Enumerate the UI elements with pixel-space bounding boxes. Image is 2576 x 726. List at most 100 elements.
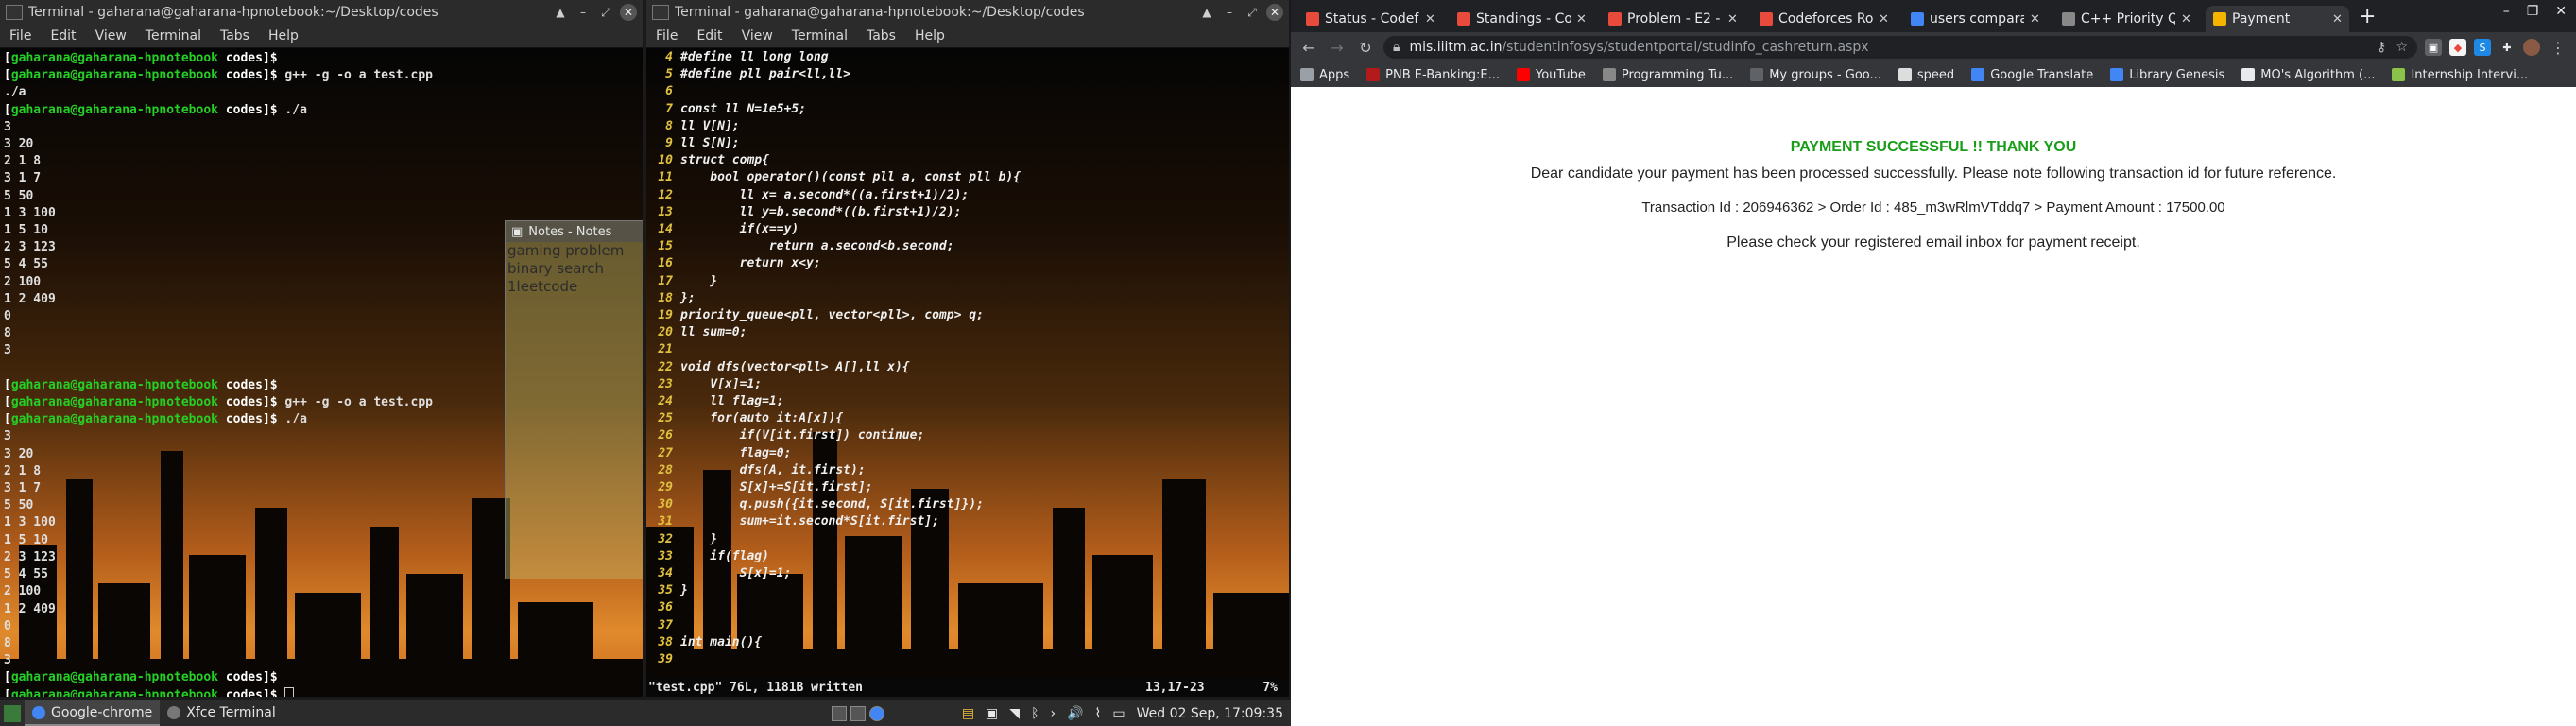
new-tab-button[interactable]: + (2359, 5, 2376, 28)
avatar[interactable] (2523, 39, 2540, 56)
terminal-output-area[interactable]: [gaharana@gaharana-hpnotebook codes]$ [g… (0, 48, 643, 697)
browser-tab[interactable]: Status - Codeforces ✕ (1298, 6, 1442, 32)
terminal-window-left[interactable]: Terminal - gaharana@gaharana-hpnotebook:… (0, 0, 643, 697)
bookmark-item[interactable]: Library Genesis (2110, 68, 2224, 82)
line-text: 2 3 123 (4, 240, 56, 255)
extension-icon[interactable]: ▣ (2425, 39, 2442, 56)
tab-close-icon[interactable]: ✕ (2181, 12, 2198, 26)
note-item[interactable]: 1leetcode (506, 278, 643, 296)
workspace-2[interactable] (850, 705, 866, 721)
prompt-dir: codes (225, 68, 263, 83)
browser-tab[interactable]: Codeforces Round ✕ (1752, 6, 1896, 32)
browser-tab[interactable]: Standings - Codeforces ✕ (1450, 6, 1593, 32)
notes-window[interactable]: ▣ Notes - Notes gaming problem binary sea… (505, 220, 643, 579)
notes-tray-icon[interactable]: ▤ (962, 706, 974, 721)
wifi-icon[interactable]: ◥ (1009, 706, 1020, 721)
tab-label: Payment (2232, 11, 2291, 26)
extensions-puzzle-icon[interactable]: ✚ (2499, 39, 2516, 56)
app-menu-icon[interactable] (4, 704, 21, 722)
browser-tab[interactable]: C++ Priority Queue ✕ (2054, 6, 2198, 32)
bookmark-item[interactable]: Programming Tu... (1602, 68, 1733, 82)
close-button[interactable]: ✕ (620, 4, 637, 21)
maximize-button[interactable]: ⤢ (1244, 4, 1261, 21)
bookmark-item[interactable]: Google Translate (1971, 68, 2093, 82)
tab-close-icon[interactable]: ✕ (2332, 12, 2349, 26)
close-button[interactable]: ✕ (1266, 4, 1283, 21)
bookmark-item[interactable]: PNB E-Banking:E... (1366, 68, 1500, 82)
clipboard-icon[interactable]: ▣ (986, 706, 998, 721)
line-text: 0 (4, 309, 11, 324)
terminal-line: 1 3 100 (4, 515, 56, 529)
title-bar[interactable]: Terminal - gaharana@gaharana-hpnotebook:… (646, 0, 1289, 25)
lock-icon[interactable]: 🔒︎ (1393, 40, 1400, 55)
bookmark-item[interactable]: YouTube (1516, 68, 1586, 82)
terminal-line: [gaharana@gaharana-hpnotebook codes]$ ./… (4, 412, 307, 426)
minimize-button[interactable]: – (2503, 4, 2510, 19)
menu-item-help[interactable]: Help (915, 28, 945, 43)
extension-icon[interactable]: ◆ (2449, 39, 2466, 56)
note-item[interactable]: binary search (506, 260, 643, 278)
title-bar[interactable]: Terminal - gaharana@gaharana-hpnotebook:… (0, 0, 643, 25)
extension-icon[interactable]: S (2474, 39, 2491, 56)
workspace-switcher[interactable] (832, 705, 884, 721)
menu-item-terminal[interactable]: Terminal (792, 28, 848, 43)
taskbar-task[interactable]: Google-chrome (25, 700, 161, 726)
tab-close-icon[interactable]: ✕ (1727, 12, 1744, 26)
maximize-button[interactable]: ❐ (2527, 4, 2539, 19)
menu-item-tabs[interactable]: Tabs (220, 28, 249, 43)
menu-item-terminal[interactable]: Terminal (146, 28, 201, 43)
bookmark-item[interactable]: Internship Intervi... (2392, 68, 2528, 82)
clock[interactable]: Wed 02 Sep, 17:09:35 (1137, 706, 1283, 721)
bookmark-item[interactable]: Apps (1300, 68, 1349, 82)
menu-item-edit[interactable]: Edit (50, 28, 76, 43)
maximize-button[interactable]: ⤢ (597, 4, 614, 21)
bookmark-item[interactable]: speed (1898, 68, 1954, 82)
browser-tab[interactable]: users comparator ✕ (1903, 6, 2047, 32)
status-percent: 7% (1262, 680, 1278, 695)
menu-item-help[interactable]: Help (268, 28, 299, 43)
pin-icon[interactable]: ▲ (552, 4, 569, 21)
bookmark-label: Google Translate (1990, 67, 2094, 82)
terminal-window-right[interactable]: Terminal - gaharana@gaharana-hpnotebook:… (646, 0, 1289, 697)
browser-tab[interactable]: Problem - E2 - Codeforces ✕ (1601, 6, 1744, 32)
key-icon[interactable]: ⚷ (2377, 40, 2386, 55)
pin-icon[interactable]: ▲ (1198, 4, 1215, 21)
taskbar-task[interactable]: Xfce Terminal (160, 700, 283, 724)
reload-icon[interactable]: ↻ (1355, 39, 1376, 57)
workspace-1[interactable] (832, 705, 847, 721)
bluetooth-icon[interactable]: ᛒ (1031, 706, 1039, 721)
menu-item-view[interactable]: View (742, 28, 773, 43)
bookmark-item[interactable]: MO's Algorithm (... (2241, 68, 2375, 82)
attachment-icon[interactable]: ⌇ (1095, 706, 1102, 721)
menu-item-file[interactable]: File (656, 28, 678, 43)
tab-close-icon[interactable]: ✕ (1425, 12, 1442, 26)
browser-tab[interactable]: Payment ✕ (2206, 6, 2349, 32)
code-view[interactable]: 4 #define ll long long 5 #define pll pair<l… (646, 48, 1289, 697)
battery-icon[interactable]: ▭ (1112, 706, 1125, 721)
tab-close-icon[interactable]: ✕ (1879, 12, 1896, 26)
volume-icon[interactable]: 🔊 (1067, 706, 1083, 721)
url-text[interactable]: mis.iiitm.ac.in/studentinfosys/studentpo… (1409, 40, 2367, 55)
star-icon[interactable]: ☆ (2396, 40, 2408, 55)
forward-icon[interactable]: → (1327, 39, 1348, 57)
tab-close-icon[interactable]: ✕ (2030, 12, 2047, 26)
menu-item-tabs[interactable]: Tabs (867, 28, 896, 43)
task-list: Google-chrome Xfce Terminal (25, 700, 283, 726)
menu-item-view[interactable]: View (95, 28, 127, 43)
menu-item-edit[interactable]: Edit (696, 28, 722, 43)
tab-close-icon[interactable]: ✕ (1576, 12, 1593, 26)
bookmark-item[interactable]: My groups - Goo... (1750, 68, 1881, 82)
menu-dots-icon[interactable]: ⋮ (2548, 39, 2568, 57)
chevron-icon[interactable]: › (1050, 706, 1056, 721)
menu-item-file[interactable]: File (9, 28, 31, 43)
close-button[interactable]: ✕ (2555, 4, 2567, 19)
chrome-tray-icon[interactable] (869, 705, 884, 721)
minimize-button[interactable]: – (575, 4, 592, 21)
chrome-window[interactable]: Status - Codeforces✕ Standings - Codeforc… (1291, 0, 2576, 726)
minimize-button[interactable]: – (1221, 4, 1238, 21)
vim-editor[interactable]: 4 #define ll long long 5 #define pll pair<l… (646, 48, 1289, 697)
note-item[interactable]: gaming problem (506, 242, 643, 260)
address-bar[interactable]: 🔒︎ mis.iiitm.ac.in/studentinfosys/studen… (1383, 36, 2417, 59)
back-icon[interactable]: ← (1298, 39, 1319, 57)
